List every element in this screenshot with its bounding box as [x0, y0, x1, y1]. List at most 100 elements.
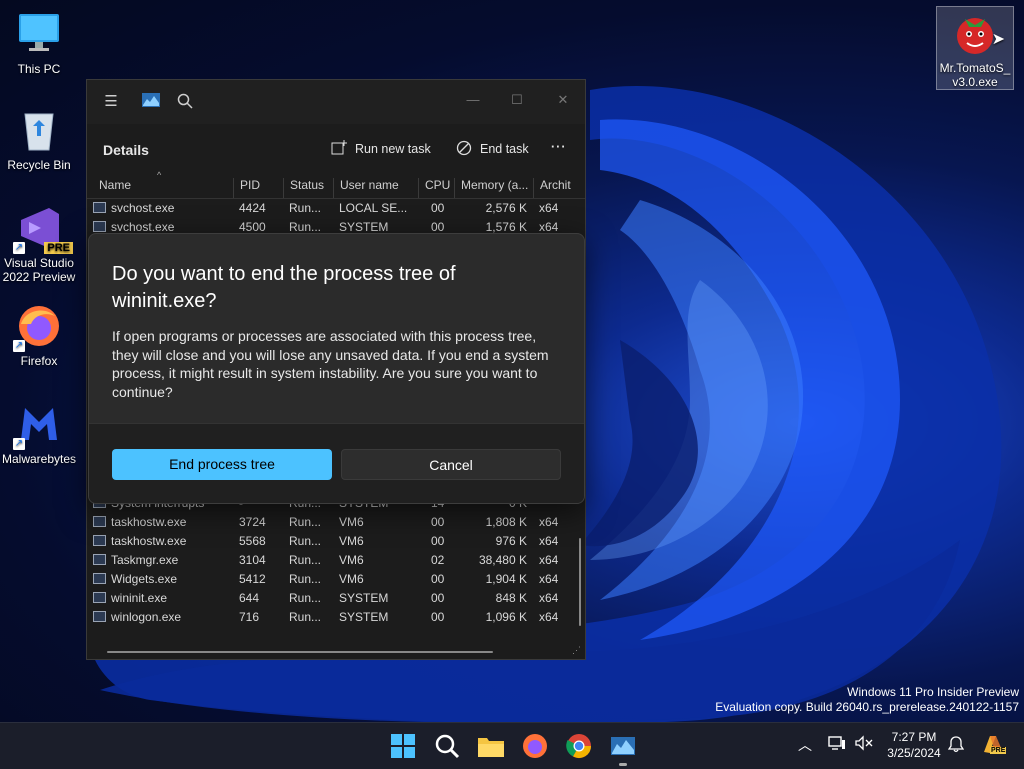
vertical-scrollbar[interactable] — [579, 538, 581, 626]
cell-cpu: 02 — [431, 553, 445, 567]
cell-name: Widgets.exe — [93, 572, 177, 586]
process-table: ^ Name PID Status User name CPU Memory (… — [87, 170, 585, 624]
cell-user: VM6 — [339, 553, 364, 567]
table-rows-bottom: System interrupts-Run...SYSTEM140 Ktaskh… — [87, 494, 585, 627]
monitor-icon — [15, 10, 63, 58]
cell-arch: x64 — [539, 572, 559, 586]
cell-arch: x64 — [539, 534, 559, 548]
horizontal-scrollbar[interactable] — [107, 651, 493, 653]
title-bar: ☰ — ☐ ✕ — [87, 80, 585, 124]
table-row[interactable]: taskhostw.exe 5568 Run... VM6 00 976 K x64 — [87, 532, 585, 551]
close-button[interactable]: ✕ — [541, 86, 585, 114]
sort-ascending-icon: ^ — [157, 170, 162, 180]
table-row[interactable]: taskhostw.exe 3724 Run... VM6 00 1,808 K x64 — [87, 513, 585, 532]
minimize-button[interactable]: — — [451, 86, 495, 114]
end-task-button[interactable]: End task — [456, 140, 529, 156]
cell-name: wininit.exe — [93, 591, 167, 605]
cell-status: Run... — [289, 201, 322, 215]
cell-arch: x64 — [539, 553, 559, 567]
table-row[interactable]: wininit.exe 644 Run... SYSTEM 00 848 K x64 — [87, 589, 585, 608]
maximize-button[interactable]: ☐ — [495, 86, 539, 114]
show-hidden-icons-chevron-icon[interactable]: ︿ — [798, 735, 812, 755]
cell-name: taskhostw.exe — [93, 534, 186, 548]
table-row[interactable]: Taskmgr.exe 3104 Run... VM6 02 38,480 K x64 — [87, 551, 585, 570]
file-explorer-button[interactable] — [476, 731, 506, 761]
volume-muted-icon[interactable] — [855, 735, 873, 754]
taskbar: ︿ 7:27 PM 3/25/2024 PRE — [0, 722, 1024, 769]
cell-mem: 848 K — [495, 591, 527, 605]
process-name: svchost.exe — [111, 201, 175, 215]
desktop-icon-malwarebytes[interactable]: ↗ Malwarebytes — [1, 400, 77, 466]
task-manager-taskbar-button[interactable] — [608, 731, 638, 761]
network-icon[interactable] — [828, 735, 846, 754]
process-icon — [93, 573, 106, 584]
desktop-icon-label: Recycle Bin — [7, 158, 71, 172]
column-header-pid[interactable]: PID — [233, 178, 260, 198]
process-icon — [93, 554, 106, 565]
cell-pid: 5568 — [239, 534, 266, 548]
cell-mem: 38,480 K — [478, 553, 527, 567]
cancel-button[interactable]: Cancel — [341, 449, 561, 480]
cell-user: SYSTEM — [339, 610, 389, 624]
cell-status: Run... — [289, 553, 322, 567]
desktop-icon-visual-studio[interactable]: PRE ↗ Visual Studio 2022 Preview — [1, 204, 77, 284]
column-header-memory[interactable]: Memory (a... — [454, 178, 528, 198]
desktop-icon-mr-tomatos[interactable]: ➤ Mr.TomatoS_ v3.0.exe — [936, 6, 1014, 90]
cell-user: VM6 — [339, 572, 364, 586]
search-button[interactable] — [432, 731, 462, 761]
notification-bell-icon[interactable] — [947, 735, 965, 756]
column-header-status[interactable]: Status — [283, 178, 324, 198]
desktop-icon-label-line1: Mr.TomatoS_ — [939, 61, 1011, 75]
run-new-task-button[interactable]: Run new task — [331, 140, 431, 156]
column-header-name[interactable]: Name — [93, 178, 131, 198]
shortcut-arrow-icon: ↗ — [13, 438, 25, 450]
cell-mem: 976 K — [495, 534, 527, 548]
table-row[interactable]: svchost.exe 4424 Run... LOCAL SE... 00 2,576 … — [87, 199, 585, 218]
desktop-icon-label: Firefox — [20, 354, 58, 368]
process-name: Widgets.exe — [111, 572, 178, 586]
taskbar-clock[interactable]: 7:27 PM 3/25/2024 — [884, 729, 944, 761]
cell-user: VM6 — [339, 515, 364, 529]
desktop-icon-firefox[interactable]: ↗ Firefox — [1, 302, 77, 368]
start-button[interactable] — [388, 731, 418, 761]
cell-pid: 5412 — [239, 572, 266, 586]
process-icon — [93, 535, 106, 546]
cell-cpu: 00 — [431, 534, 445, 548]
more-options-button[interactable]: ··· — [551, 140, 567, 154]
cell-arch: x64 — [539, 610, 559, 624]
recycle-bin-icon — [15, 106, 63, 154]
cell-mem: 1,808 K — [485, 515, 527, 529]
cell-name: Taskmgr.exe — [93, 553, 178, 567]
desktop-icon-recycle-bin[interactable]: Recycle Bin — [1, 106, 77, 172]
page-title: Details — [103, 142, 149, 158]
desktop-icon-label: This PC — [17, 62, 61, 76]
preview-badge: PRE — [990, 747, 1007, 754]
cell-user: VM6 — [339, 534, 364, 548]
search-icon — [435, 734, 460, 759]
resize-grip-icon[interactable]: ⋰ — [572, 645, 581, 656]
column-header-user-name[interactable]: User name — [333, 178, 399, 198]
process-icon — [93, 611, 106, 622]
hamburger-menu-icon[interactable]: ☰ — [102, 93, 120, 111]
cell-pid: 716 — [239, 610, 260, 624]
cell-cpu: 00 — [431, 572, 445, 586]
copilot-preview-icon[interactable]: PRE — [980, 732, 1007, 761]
desktop-icon-label-line2: v3.0.exe — [952, 75, 998, 89]
process-icon — [93, 221, 106, 232]
search-icon[interactable] — [176, 93, 194, 111]
table-row[interactable]: Widgets.exe 5412 Run... VM6 00 1,904 K x64 — [87, 570, 585, 589]
table-row[interactable]: winlogon.exe 716 Run... SYSTEM 00 1,096 K x64 — [87, 608, 585, 627]
run-task-icon — [331, 140, 347, 156]
preview-badge: PRE — [44, 242, 73, 254]
desktop-icon-this-pc[interactable]: This PC — [1, 10, 77, 76]
firefox-taskbar-button[interactable] — [520, 731, 550, 761]
watermark-line1: Windows 11 Pro Insider Preview — [847, 685, 1019, 699]
end-process-tree-button[interactable]: End process tree — [112, 449, 332, 480]
end-task-label: End task — [480, 142, 529, 156]
process-name: wininit.exe — [111, 591, 168, 605]
column-header-architecture[interactable]: Archit — [533, 178, 571, 198]
cell-name: winlogon.exe — [93, 610, 181, 624]
chrome-taskbar-button[interactable] — [564, 731, 594, 761]
cell-arch: x64 — [539, 201, 559, 215]
column-header-cpu[interactable]: CPU — [418, 178, 450, 198]
